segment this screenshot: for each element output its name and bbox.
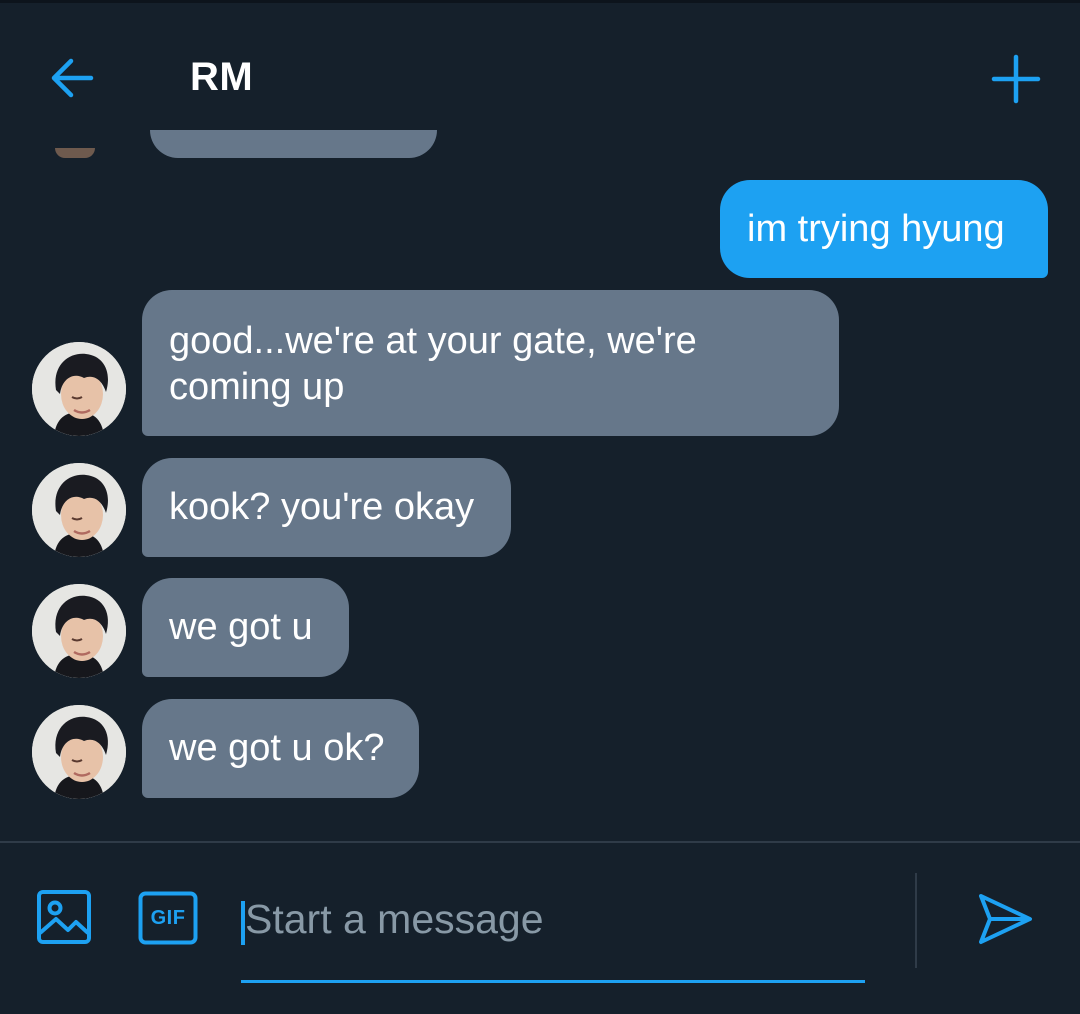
avatar[interactable] — [32, 584, 126, 678]
gif-button[interactable]: GIF — [138, 891, 198, 945]
message-bubble-outgoing[interactable]: im trying hyung — [720, 180, 1048, 278]
message-text: we got u — [169, 606, 313, 648]
message-input[interactable] — [241, 883, 865, 955]
message-bubble-incoming[interactable]: we got u ok? — [142, 699, 419, 798]
message-list[interactable]: im trying hyung good...we're at your gat… — [0, 130, 1080, 840]
message-composer: GIF — [0, 841, 1080, 1014]
profile-photo-icon — [32, 584, 126, 678]
send-icon — [979, 894, 1032, 944]
message-text: we got u ok? — [169, 727, 385, 769]
input-underline — [241, 980, 865, 983]
image-icon — [37, 890, 91, 944]
profile-photo-icon — [32, 463, 126, 557]
profile-photo-icon — [32, 342, 126, 436]
avatar[interactable] — [32, 463, 126, 557]
divider — [915, 873, 917, 968]
message-text: kook? you're okay — [169, 486, 475, 528]
arrow-left-icon — [51, 58, 94, 98]
avatar[interactable] — [32, 342, 126, 436]
profile-photo-icon — [32, 705, 126, 799]
page-title: RM — [190, 55, 254, 99]
message-text: im trying hyung — [747, 208, 1005, 250]
text-cursor — [241, 901, 245, 945]
send-button[interactable] — [976, 891, 1036, 947]
plus-icon — [991, 54, 1041, 104]
back-button[interactable] — [44, 53, 100, 103]
add-photo-button[interactable] — [36, 889, 92, 945]
avatar-partial — [55, 148, 95, 158]
conversation-header: RM — [0, 3, 1080, 143]
message-bubble-incoming — [150, 130, 437, 158]
message-bubble-incoming[interactable]: kook? you're okay — [142, 458, 511, 557]
new-message-button[interactable] — [988, 51, 1044, 107]
message-bubble-incoming[interactable]: good...we're at your gate, we're coming … — [142, 290, 839, 436]
avatar[interactable] — [32, 705, 126, 799]
message-text: good...we're at your gate, we're coming … — [169, 320, 697, 408]
gif-label: GIF — [150, 906, 186, 929]
message-bubble-incoming[interactable]: we got u — [142, 578, 349, 677]
